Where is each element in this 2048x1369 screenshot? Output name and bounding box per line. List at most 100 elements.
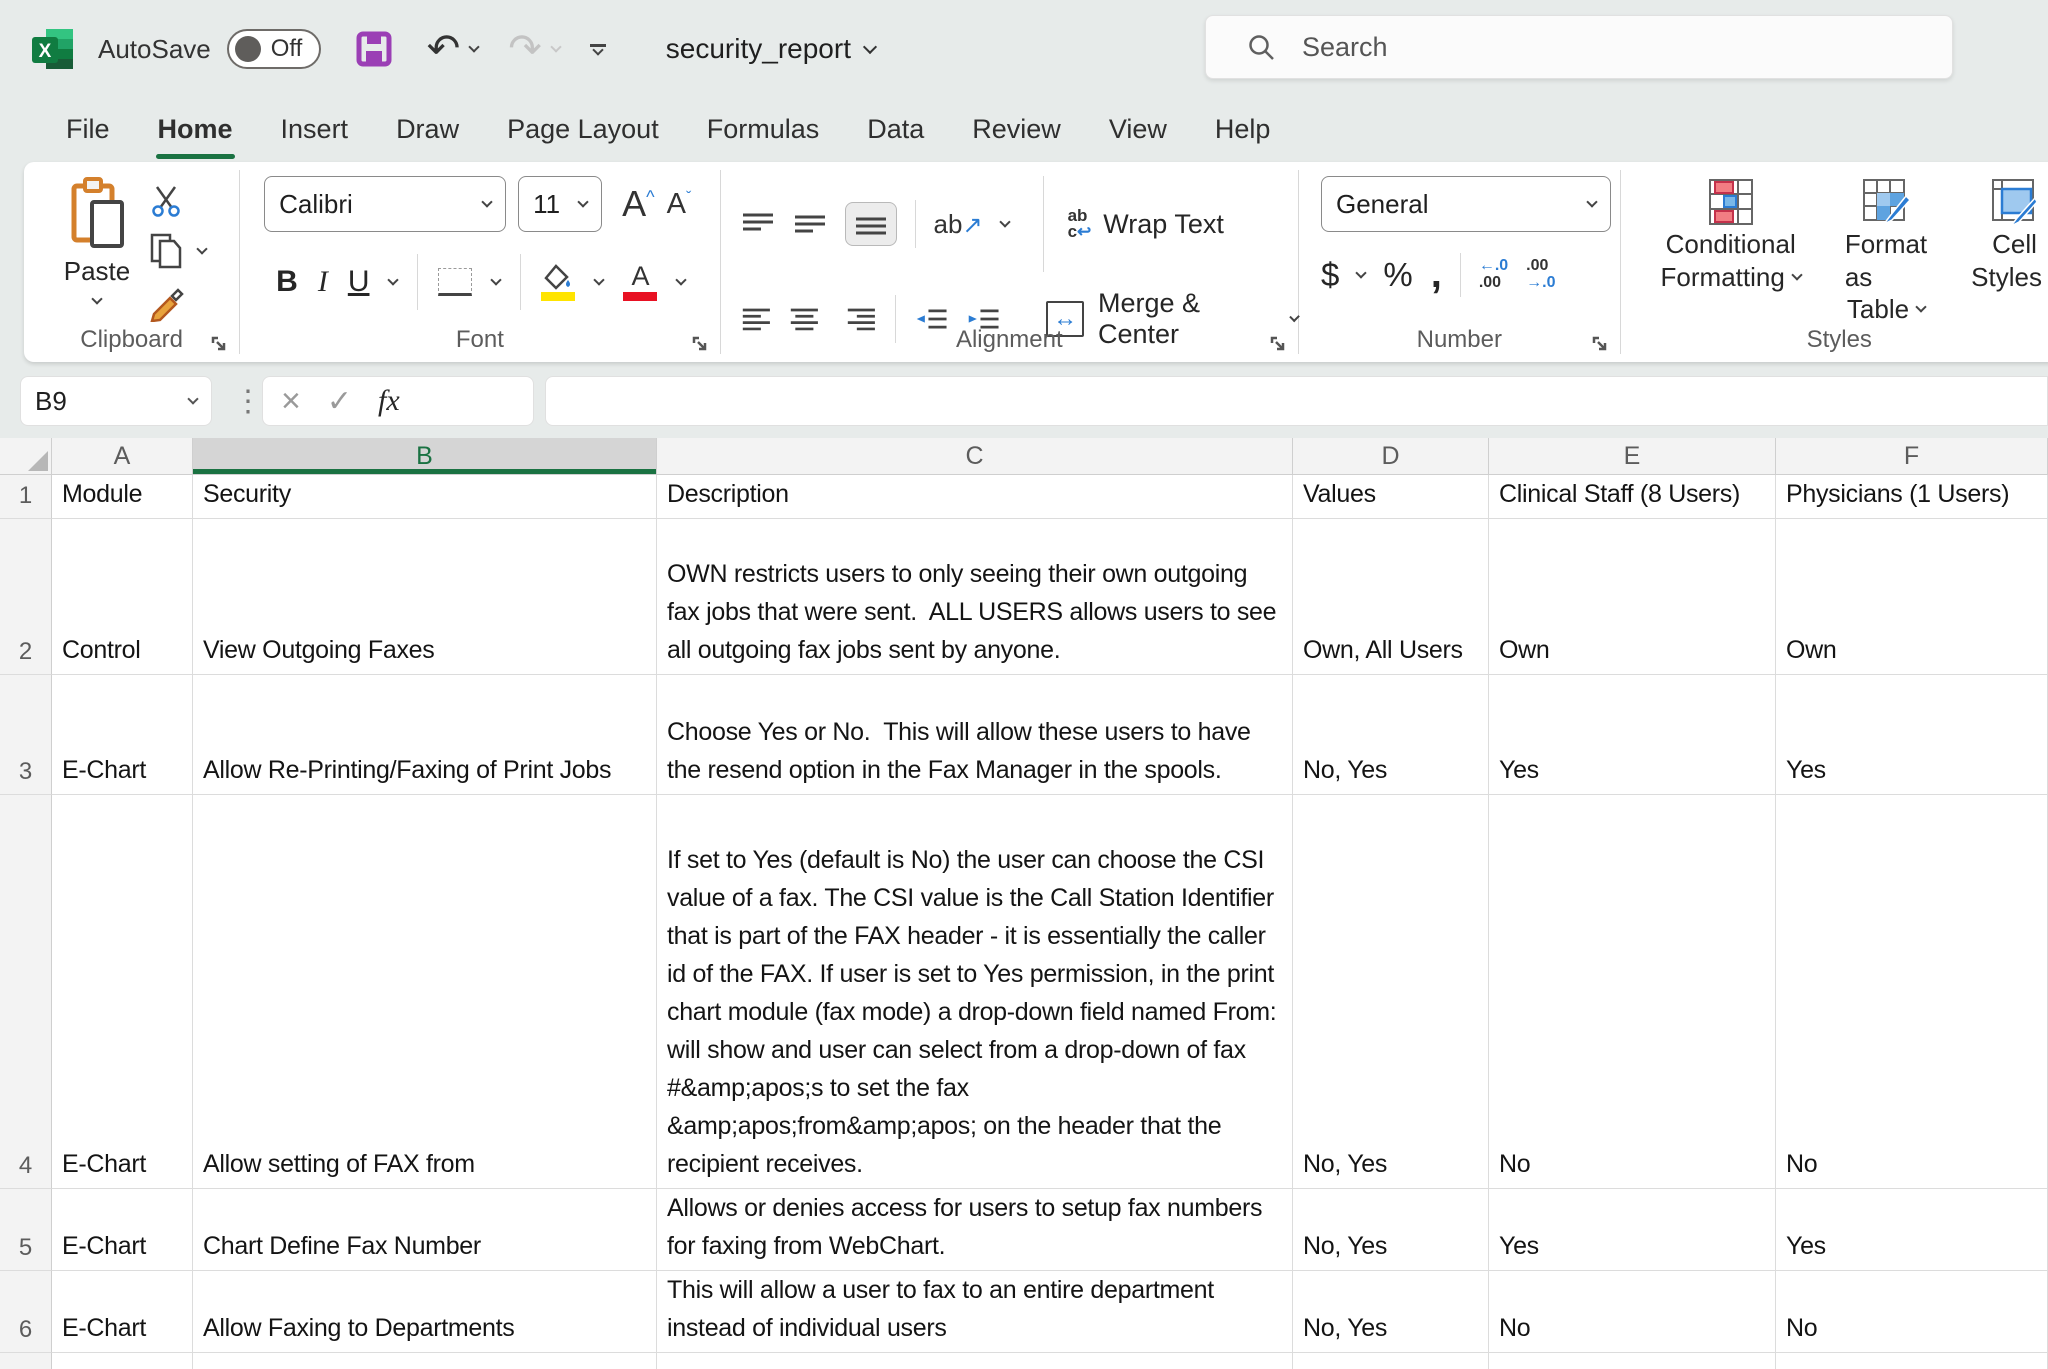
cell-c1[interactable]: Description xyxy=(657,475,1293,519)
formula-input[interactable] xyxy=(545,376,2048,426)
document-title[interactable]: security_report xyxy=(666,33,875,65)
tab-file[interactable]: File xyxy=(42,106,134,153)
tab-home[interactable]: Home xyxy=(134,106,257,153)
comma-button[interactable]: , xyxy=(1431,252,1442,297)
tab-view[interactable]: View xyxy=(1085,106,1191,153)
align-middle-icon[interactable] xyxy=(793,211,827,237)
cell-c5[interactable]: Allows or denies access for users to set… xyxy=(657,1189,1293,1271)
number-dialog-launcher-icon[interactable] xyxy=(1590,334,1610,354)
column-header-c[interactable]: C xyxy=(657,438,1293,475)
cell-e1[interactable]: Clinical Staff (8 Users) xyxy=(1489,475,1776,519)
borders-button[interactable] xyxy=(438,268,472,296)
tab-review[interactable]: Review xyxy=(948,106,1085,153)
cell-e2[interactable]: Own xyxy=(1489,519,1776,675)
cell-d4[interactable]: No, Yes xyxy=(1293,795,1489,1189)
cell-e7[interactable] xyxy=(1489,1353,1776,1369)
row-header-6[interactable]: 6 xyxy=(0,1271,52,1353)
font-name-select[interactable]: Calibri xyxy=(264,176,506,232)
decrease-decimal-button[interactable]: .00 →.0 xyxy=(1526,258,1555,292)
cell-d6[interactable]: No, Yes xyxy=(1293,1271,1489,1353)
column-header-b[interactable]: B xyxy=(193,438,657,475)
cell-e4[interactable]: No xyxy=(1489,795,1776,1189)
copy-dropdown-icon[interactable] xyxy=(196,243,207,254)
cell-f2[interactable]: Own xyxy=(1776,519,2048,675)
select-all-corner[interactable] xyxy=(0,438,52,475)
cell-e5[interactable]: Yes xyxy=(1489,1189,1776,1271)
autosave-toggle[interactable]: Off xyxy=(227,29,321,69)
cell-b7[interactable] xyxy=(193,1353,657,1369)
borders-dropdown-icon[interactable] xyxy=(491,274,502,285)
cell-f7[interactable] xyxy=(1776,1353,2048,1369)
row-header-2[interactable]: 2 xyxy=(0,519,52,675)
increase-font-size-button[interactable]: A^ xyxy=(622,183,654,225)
font-size-select[interactable]: 11 xyxy=(518,176,602,232)
tab-formulas[interactable]: Formulas xyxy=(683,106,844,153)
tab-data[interactable]: Data xyxy=(843,106,948,153)
cell-a1[interactable]: Module xyxy=(52,475,193,519)
fill-color-button[interactable] xyxy=(541,264,575,301)
cell-a7[interactable] xyxy=(52,1353,193,1369)
cell-d3[interactable]: No, Yes xyxy=(1293,675,1489,795)
paste-dropdown-icon[interactable] xyxy=(91,293,102,304)
percent-button[interactable]: % xyxy=(1383,256,1412,294)
cell-e6[interactable]: No xyxy=(1489,1271,1776,1353)
cell-f5[interactable]: Yes xyxy=(1776,1189,2048,1271)
cell-f1[interactable]: Physicians (1 Users) xyxy=(1776,475,2048,519)
row-header-1[interactable]: 1 xyxy=(0,475,52,519)
cell-a2[interactable]: Control xyxy=(52,519,193,675)
fill-color-dropdown-icon[interactable] xyxy=(594,274,605,285)
row-header-4[interactable]: 4 xyxy=(0,795,52,1189)
increase-decimal-button[interactable]: ←.0 .00 xyxy=(1479,258,1508,292)
row-header-3[interactable]: 3 xyxy=(0,675,52,795)
customize-toolbar-icon[interactable] xyxy=(590,44,606,54)
font-color-dropdown-icon[interactable] xyxy=(676,274,687,285)
cell-b1[interactable]: Security xyxy=(193,475,657,519)
cell-b6[interactable]: Allow Faxing to Departments xyxy=(193,1271,657,1353)
row-header-7[interactable]: 7 xyxy=(0,1353,52,1369)
cell-a3[interactable]: E-Chart xyxy=(52,675,193,795)
currency-dropdown-icon[interactable] xyxy=(1356,267,1367,278)
align-top-icon[interactable] xyxy=(741,211,775,237)
column-header-d[interactable]: D xyxy=(1293,438,1489,475)
column-header-e[interactable]: E xyxy=(1489,438,1776,475)
search-input[interactable]: Search xyxy=(1205,15,1953,79)
number-format-select[interactable]: General xyxy=(1321,176,1611,232)
currency-button[interactable]: $ xyxy=(1321,256,1339,294)
cut-icon[interactable] xyxy=(148,184,184,218)
formula-bar-grip[interactable]: ⋮ xyxy=(233,384,263,419)
tab-insert[interactable]: Insert xyxy=(257,106,373,153)
undo-dropdown-icon[interactable] xyxy=(469,41,480,52)
save-icon[interactable] xyxy=(355,30,393,68)
column-header-a[interactable]: A xyxy=(52,438,193,475)
orientation-button[interactable]: ab↗ xyxy=(934,209,983,240)
tab-help[interactable]: Help xyxy=(1191,106,1295,153)
insert-function-icon[interactable]: fx xyxy=(378,384,400,418)
cell-a4[interactable]: E-Chart xyxy=(52,795,193,1189)
decrease-font-size-button[interactable]: Aˇ xyxy=(667,188,692,221)
cell-e3[interactable]: Yes xyxy=(1489,675,1776,795)
orientation-dropdown-icon[interactable] xyxy=(999,216,1010,227)
name-box[interactable]: B9 xyxy=(20,376,212,426)
column-header-f[interactable]: F xyxy=(1776,438,2048,475)
italic-button[interactable]: I xyxy=(318,265,328,299)
cell-c3[interactable]: Choose Yes or No. This will allow these … xyxy=(657,675,1293,795)
alignment-dialog-launcher-icon[interactable] xyxy=(1268,334,1288,354)
cell-a5[interactable]: E-Chart xyxy=(52,1189,193,1271)
wrap-text-button[interactable]: abc↩ Wrap Text xyxy=(1068,208,1224,240)
font-dialog-launcher-icon[interactable] xyxy=(690,334,710,354)
cancel-icon[interactable]: × xyxy=(281,384,301,418)
cell-d1[interactable]: Values xyxy=(1293,475,1489,519)
cell-b3[interactable]: Allow Re-Printing/Faxing of Print Jobs xyxy=(193,675,657,795)
row-header-5[interactable]: 5 xyxy=(0,1189,52,1271)
font-color-button[interactable]: A xyxy=(623,263,657,301)
cell-c2[interactable]: OWN restricts users to only seeing their… xyxy=(657,519,1293,675)
enter-icon[interactable]: ✓ xyxy=(327,384,352,419)
cell-c4[interactable]: If set to Yes (default is No) the user c… xyxy=(657,795,1293,1189)
cell-b2[interactable]: View Outgoing Faxes xyxy=(193,519,657,675)
cell-b4[interactable]: Allow setting of FAX from xyxy=(193,795,657,1189)
cell-f4[interactable]: No xyxy=(1776,795,2048,1189)
redo-dropdown-icon[interactable] xyxy=(550,41,561,52)
format-painter-icon[interactable] xyxy=(148,284,186,322)
redo-icon[interactable]: ↷ xyxy=(508,29,542,69)
cell-d2[interactable]: Own, All Users xyxy=(1293,519,1489,675)
